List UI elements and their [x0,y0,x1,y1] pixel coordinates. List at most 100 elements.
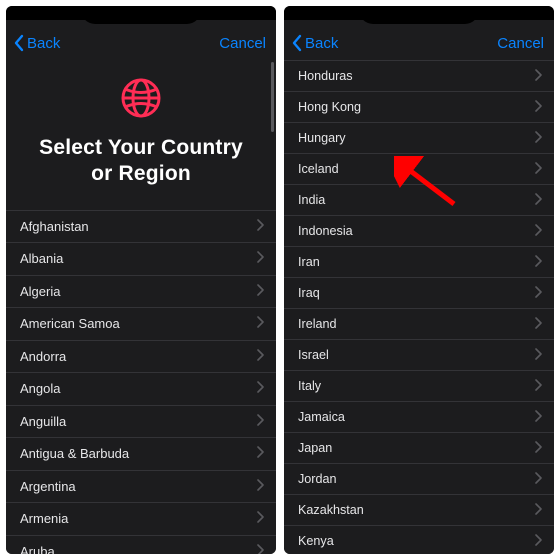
country-label: Algeria [20,284,60,299]
country-row[interactable]: Antigua & Barbuda [6,437,276,470]
chevron-left-icon [290,34,304,52]
cancel-label: Cancel [497,35,544,52]
content-area: Honduras Hong Kong Hungary Iceland India Indo… [284,60,554,554]
country-label: Ireland [298,317,337,331]
chevron-right-icon [534,534,542,549]
chevron-right-icon [534,472,542,487]
phone-screenshot-right: Back Cancel Honduras Hong Kong Hungary Icel… [284,6,554,554]
country-label: Italy [298,379,321,393]
chevron-right-icon [534,317,542,332]
country-row[interactable]: Anguilla [6,405,276,438]
chevron-right-icon [256,479,264,494]
country-label: Armenia [20,511,68,526]
chevron-right-icon [256,316,264,331]
country-row[interactable]: Kazakhstan [284,494,554,525]
country-label: Albania [20,251,63,266]
country-row[interactable]: Argentina [6,470,276,503]
country-row[interactable]: Hungary [284,122,554,153]
country-label: Angola [20,381,60,396]
country-row[interactable]: Iceland [284,153,554,184]
country-row[interactable]: Algeria [6,275,276,308]
cancel-button[interactable]: Cancel [219,35,266,52]
chevron-right-icon [256,219,264,234]
country-label: Iran [298,255,320,269]
country-row[interactable]: Hong Kong [284,91,554,122]
country-row[interactable]: American Samoa [6,307,276,340]
country-row[interactable]: Andorra [6,340,276,373]
country-label: Aruba [20,544,55,554]
country-label: Kenya [298,534,334,548]
country-row[interactable]: Armenia [6,502,276,535]
chevron-right-icon [534,162,542,177]
country-label: Anguilla [20,414,66,429]
chevron-right-icon [256,349,264,364]
country-row[interactable]: Afghanistan [6,210,276,243]
chevron-right-icon [256,381,264,396]
country-list: Honduras Hong Kong Hungary Iceland India Indo… [284,60,554,554]
page-title: Select Your Country or Region [26,135,256,188]
country-label: Jordan [298,472,337,486]
country-row[interactable]: Angola [6,372,276,405]
country-row[interactable]: Ireland [284,308,554,339]
chevron-right-icon [534,379,542,394]
chevron-right-icon [534,131,542,146]
country-row[interactable]: Israel [284,339,554,370]
chevron-right-icon [256,544,264,554]
notch [81,6,201,24]
country-label: Hungary [298,131,346,145]
chevron-right-icon [534,441,542,456]
country-label: Japan [298,441,332,455]
country-label: Afghanistan [20,219,89,234]
chevron-right-icon [534,224,542,239]
notch [359,6,479,24]
country-label: Iceland [298,162,339,176]
country-label: Israel [298,348,329,362]
chevron-right-icon [534,100,542,115]
globe-icon [119,76,163,125]
country-label: Indonesia [298,224,353,238]
country-row[interactable]: Kenya [284,525,554,554]
chevron-right-icon [534,348,542,363]
country-row[interactable]: Indonesia [284,215,554,246]
country-list: Afghanistan Albania Algeria American Samoa A… [6,210,276,555]
cancel-label: Cancel [219,35,266,52]
country-row[interactable]: Jordan [284,463,554,494]
country-row[interactable]: Iran [284,246,554,277]
chevron-right-icon [256,511,264,526]
nav-bar: Back Cancel [6,20,276,60]
country-label: India [298,193,325,207]
country-label: Hong Kong [298,100,361,114]
cancel-button[interactable]: Cancel [497,35,544,52]
chevron-right-icon [256,414,264,429]
back-button[interactable]: Back [290,34,338,52]
nav-bar: Back Cancel [284,20,554,60]
country-row[interactable]: Jamaica [284,401,554,432]
country-label: Jamaica [298,410,345,424]
chevron-right-icon [534,69,542,84]
country-label: Argentina [20,479,76,494]
country-label: Antigua & Barbuda [20,446,129,461]
country-row[interactable]: Albania [6,242,276,275]
phone-screenshot-left: Back Cancel Select Your [6,6,276,554]
chevron-right-icon [534,503,542,518]
country-row[interactable]: Japan [284,432,554,463]
content-area: Select Your Country or Region Afghanista… [6,60,276,554]
country-row[interactable]: Italy [284,370,554,401]
chevron-right-icon [256,284,264,299]
back-label: Back [305,35,338,52]
country-label: Kazakhstan [298,503,364,517]
country-label: Honduras [298,69,353,83]
country-label: American Samoa [20,316,120,331]
back-label: Back [27,35,60,52]
chevron-right-icon [534,255,542,270]
chevron-right-icon [534,193,542,208]
country-label: Iraq [298,286,320,300]
scroll-indicator[interactable] [271,62,274,132]
country-label: Andorra [20,349,66,364]
country-row[interactable]: India [284,184,554,215]
back-button[interactable]: Back [12,34,60,52]
country-row[interactable]: Honduras [284,60,554,91]
chevron-right-icon [534,286,542,301]
country-row[interactable]: Iraq [284,277,554,308]
country-row[interactable]: Aruba [6,535,276,555]
